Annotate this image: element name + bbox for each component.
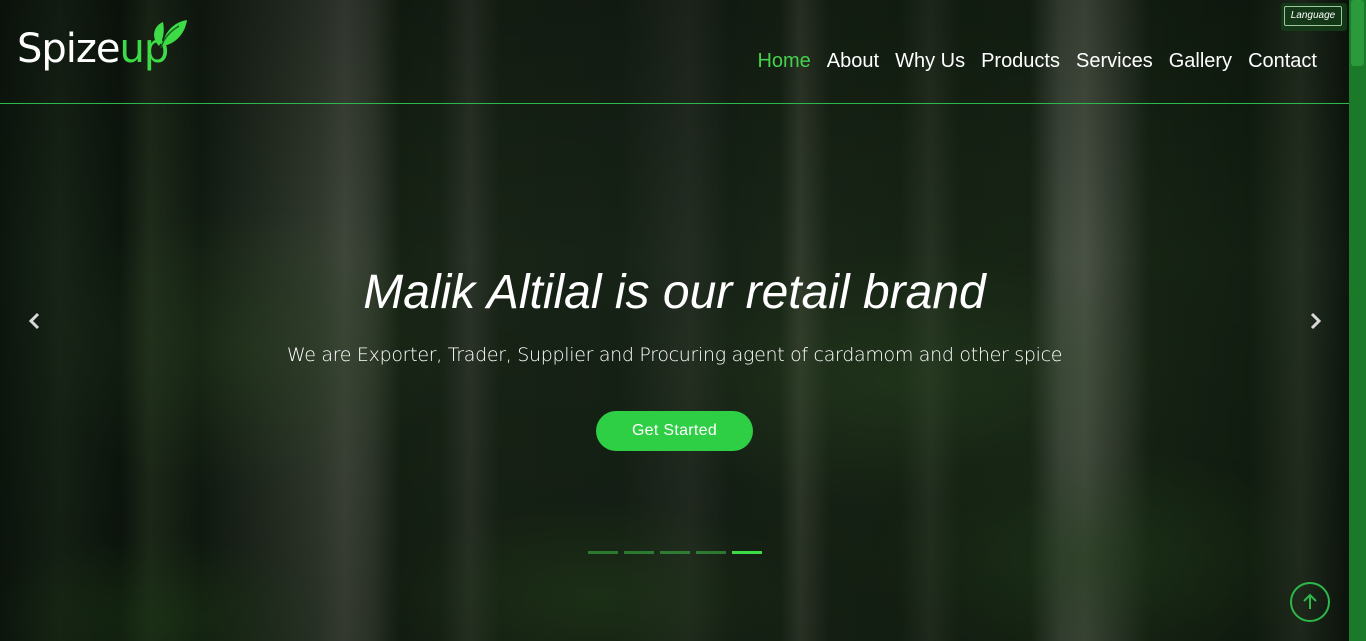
arrow-up-icon bbox=[1303, 593, 1317, 609]
language-widget: Language bbox=[1281, 3, 1347, 31]
carousel-prev-button[interactable] bbox=[25, 311, 45, 331]
chevron-right-icon bbox=[1310, 312, 1322, 330]
hero-subtitle: We are Exporter, Trader, Supplier and Pr… bbox=[286, 344, 1063, 366]
carousel-indicators bbox=[588, 551, 762, 554]
nav-item-contact[interactable]: Contact bbox=[1240, 50, 1325, 73]
get-started-button[interactable]: Get Started bbox=[596, 411, 753, 451]
carousel-indicator-3[interactable] bbox=[660, 551, 690, 554]
hero-title: Malik Altilal is our retail brand bbox=[363, 266, 986, 319]
carousel-indicator-4[interactable] bbox=[696, 551, 726, 554]
page-scrollbar[interactable] bbox=[1349, 0, 1366, 641]
carousel-indicator-5[interactable] bbox=[732, 551, 762, 554]
back-to-top-button[interactable] bbox=[1290, 582, 1330, 622]
scrollbar-thumb[interactable] bbox=[1351, 0, 1364, 66]
logo[interactable]: Spizeup bbox=[17, 18, 192, 82]
chevron-left-icon bbox=[28, 312, 40, 330]
nav-item-about[interactable]: About bbox=[819, 50, 887, 73]
carousel-indicator-2[interactable] bbox=[624, 551, 654, 554]
carousel-next-button[interactable] bbox=[1305, 311, 1325, 331]
main-nav: Home About Why Us Products Services Gall… bbox=[749, 50, 1325, 73]
leaf-icon bbox=[154, 20, 187, 49]
nav-item-products[interactable]: Products bbox=[973, 50, 1068, 73]
nav-item-why-us[interactable]: Why Us bbox=[887, 50, 973, 73]
nav-item-services[interactable]: Services bbox=[1068, 50, 1161, 73]
nav-item-home[interactable]: Home bbox=[749, 50, 818, 73]
language-button[interactable]: Language bbox=[1284, 6, 1342, 26]
site-header: Spizeup Home About Why Us Products Servi… bbox=[0, 0, 1349, 104]
nav-item-gallery[interactable]: Gallery bbox=[1161, 50, 1240, 73]
carousel-indicator-1[interactable] bbox=[588, 551, 618, 554]
